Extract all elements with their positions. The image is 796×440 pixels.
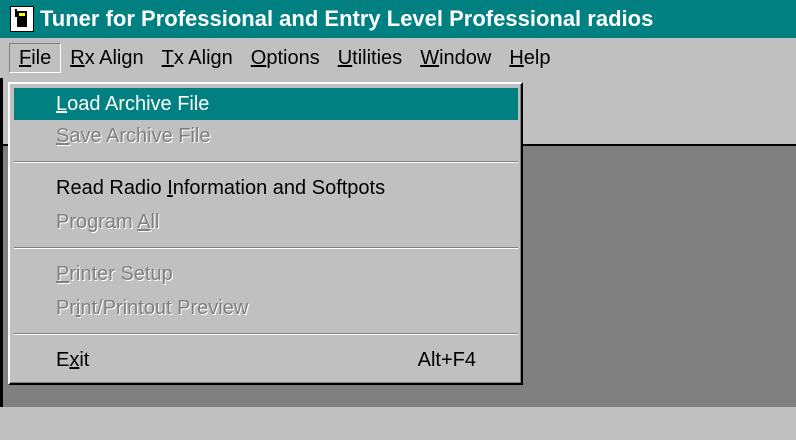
menu-tx-align[interactable]: Tx Align — [153, 44, 242, 72]
menu-item-printer-setup[interactable]: Printer Setup — [14, 258, 518, 290]
menu-options[interactable]: Options — [242, 44, 329, 72]
menu-label: Save Archive File — [56, 125, 211, 147]
window-left-edge — [0, 78, 3, 407]
menu-file[interactable]: File — [9, 43, 62, 73]
menu-item-save-archive-file[interactable]: Save Archive File — [14, 120, 518, 152]
menu-label: Help — [509, 47, 551, 69]
menu-utilities[interactable]: Utilities — [329, 44, 411, 72]
exit-shortcut: Alt+F4 — [417, 349, 476, 371]
menu-separator — [14, 333, 518, 335]
menu-label: Exit — [56, 349, 90, 371]
menu-label: File — [19, 47, 52, 69]
menu-item-exit[interactable]: Exit Alt+F4 — [14, 344, 518, 376]
menu-label: Tx Align — [161, 47, 233, 69]
menu-rx-align[interactable]: Rx Align — [61, 44, 152, 72]
menu-item-print-preview[interactable]: Print/Printout Preview — [14, 292, 518, 324]
menu-label: Rx Align — [70, 47, 144, 69]
window-title: Tuner for Professional and Entry Level P… — [40, 6, 654, 31]
menu-separator — [14, 247, 518, 249]
menu-label: Read Radio Information and Softpots — [56, 177, 386, 199]
radio-tuner-icon[interactable] — [10, 6, 34, 32]
menu-label: Utilities — [337, 47, 403, 69]
menu-label: Load Archive File — [56, 93, 210, 115]
menu-help[interactable]: Help — [500, 44, 559, 72]
menu-item-load-archive-file[interactable]: Load Archive File — [14, 88, 518, 120]
menu-label: Print/Printout Preview — [56, 297, 249, 319]
menu-label: Printer Setup — [56, 263, 173, 285]
menu-bar: File Rx Align Tx Align Options Utilities… — [0, 38, 796, 78]
menu-item-program-all[interactable]: Program All — [14, 206, 518, 238]
menu-item-read-radio-information[interactable]: Read Radio Information and Softpots — [14, 172, 518, 204]
menu-label: Options — [250, 47, 320, 69]
menu-window[interactable]: Window — [411, 44, 500, 72]
menu-label: Window — [420, 47, 492, 69]
menu-separator — [14, 161, 518, 163]
file-menu-dropdown: Load Archive File Save Archive File Read… — [8, 82, 523, 385]
title-bar: Tuner for Professional and Entry Level P… — [0, 0, 796, 38]
menu-label: Program All — [56, 211, 160, 233]
